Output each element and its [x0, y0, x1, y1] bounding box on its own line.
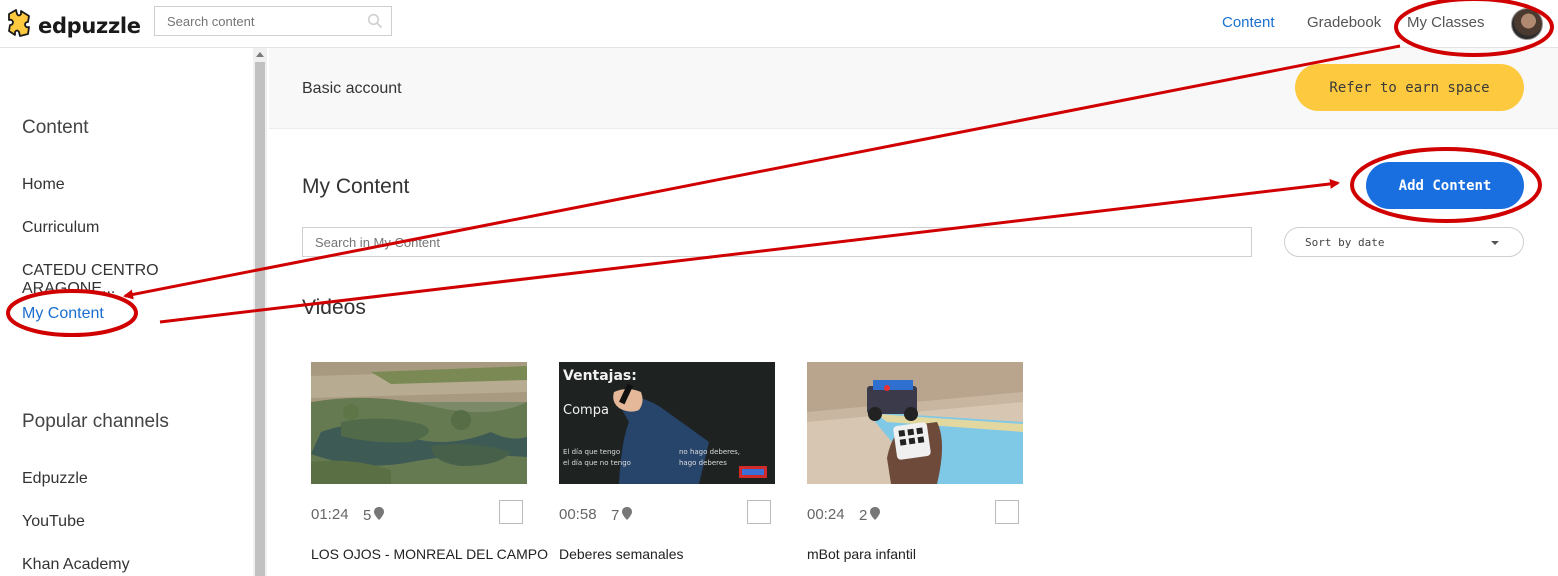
refer-button[interactable]: Refer to earn space [1295, 64, 1524, 111]
question-count-value: 7 [611, 507, 620, 524]
sidebar-heading-content: Content [22, 117, 89, 138]
video-card[interactable]: Ventajas: Compa El día que tengo no hago… [559, 362, 775, 562]
pin-icon [621, 506, 633, 525]
puzzle-logo-icon [6, 8, 32, 43]
sidebar-channel-khan-academy[interactable]: Khan Academy [22, 556, 130, 574]
sidebar-item-curriculum[interactable]: Curriculum [22, 219, 99, 237]
board-line-2b: hago deberes [679, 459, 727, 467]
header-search-input[interactable] [155, 7, 367, 35]
sidebar-channel-youtube[interactable]: YouTube [22, 513, 85, 531]
video-duration: 01:24 [311, 506, 349, 523]
page-title: My Content [302, 175, 410, 198]
video-title[interactable]: Deberes semanales [559, 546, 684, 562]
account-banner: Basic account Refer to earn space [269, 48, 1558, 129]
board-line-1b: no hago deberes, [679, 448, 740, 456]
search-icon[interactable] [367, 13, 383, 34]
board-line-1: El día que tengo [563, 448, 620, 456]
video-thumbnail[interactable] [807, 362, 1023, 484]
top-bar: edpuzzle Content Gradebook My Classes [0, 0, 1558, 48]
nav-my-classes[interactable]: My Classes [1407, 14, 1485, 31]
sidebar-scrollbar[interactable] [253, 48, 267, 576]
question-count: 2 [859, 506, 881, 525]
sidebar-heading-channels: Popular channels [22, 411, 169, 432]
question-count-value: 5 [363, 507, 372, 524]
scroll-up-icon[interactable] [256, 52, 264, 57]
video-card[interactable]: 01:24 5 LOS OJOS - MONREAL DEL CAMPO [311, 362, 548, 562]
video-card[interactable]: 00:24 2 mBot para infantil [807, 362, 1023, 562]
question-count-value: 2 [859, 507, 868, 524]
question-count: 5 [363, 506, 385, 525]
video-title[interactable]: LOS OJOS - MONREAL DEL CAMPO [311, 546, 548, 562]
nav-gradebook[interactable]: Gradebook [1307, 14, 1381, 31]
pin-icon [373, 506, 385, 525]
pin-icon [869, 506, 881, 525]
add-content-button[interactable]: Add Content [1366, 162, 1524, 209]
sidebar-item-home[interactable]: Home [22, 176, 65, 194]
sort-label: Sort by date [1305, 236, 1385, 249]
video-duration: 00:24 [807, 506, 845, 523]
video-select-checkbox[interactable] [995, 500, 1019, 524]
video-duration: 00:58 [559, 506, 597, 523]
video-select-checkbox[interactable] [747, 500, 771, 524]
nav-content[interactable]: Content [1222, 14, 1275, 31]
content-search[interactable] [302, 227, 1252, 257]
board-title: Ventajas: [563, 368, 637, 384]
edpuzzle-logo[interactable]: edpuzzle [6, 8, 141, 43]
video-title[interactable]: mBot para infantil [807, 546, 916, 562]
header-search[interactable] [154, 6, 392, 36]
logo-text: edpuzzle [38, 13, 141, 38]
sidebar-item-catedu[interactable]: CATEDU CENTRO ARAGONE... [22, 262, 253, 298]
video-thumbnail[interactable] [311, 362, 527, 484]
scrollbar-thumb[interactable] [255, 62, 265, 576]
video-select-checkbox[interactable] [499, 500, 523, 524]
section-heading-videos: Videos [302, 296, 366, 319]
board-word: Compa [563, 403, 609, 418]
video-thumbnail[interactable]: Ventajas: Compa El día que tengo no hago… [559, 362, 775, 484]
sidebar: Content Home Curriculum CATEDU CENTRO AR… [0, 48, 253, 576]
avatar[interactable] [1511, 8, 1543, 40]
question-count: 7 [611, 506, 633, 525]
sidebar-channel-edpuzzle[interactable]: Edpuzzle [22, 470, 88, 488]
chevron-down-icon [1491, 241, 1499, 245]
sort-select[interactable]: Sort by date [1284, 227, 1524, 257]
sidebar-item-my-content[interactable]: My Content [22, 305, 104, 323]
content-search-input[interactable] [303, 228, 1215, 256]
board-line-2: el día que no tengo [563, 459, 631, 467]
account-type: Basic account [302, 80, 402, 97]
